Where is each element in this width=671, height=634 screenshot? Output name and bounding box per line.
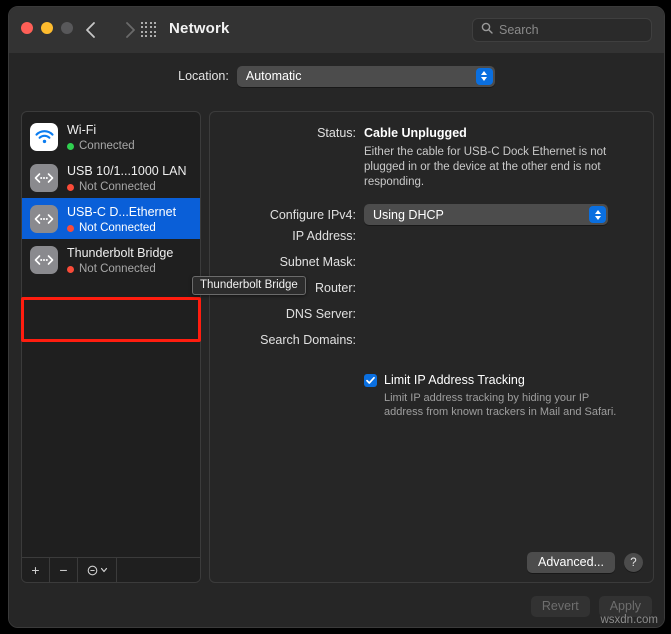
interface-status-text: Not Connected — [79, 221, 156, 234]
interface-status: Not Connected — [67, 222, 192, 235]
configure-ipv4-dropdown[interactable]: Using DHCP — [364, 204, 608, 225]
navigation-arrows — [81, 18, 141, 42]
search-domains-row: Search Domains: — [210, 331, 653, 355]
zoom-window-button[interactable] — [61, 22, 73, 34]
configure-ipv4-value: Using DHCP — [373, 207, 444, 222]
detail-footer: Advanced... ? — [526, 552, 643, 573]
content-area: Wi-Fi Connected USB 10/1...1000 LAN Not … — [9, 99, 664, 627]
revert-button[interactable]: Revert — [530, 596, 590, 617]
status-dot-icon — [67, 265, 74, 273]
remove-interface-button[interactable]: − — [50, 558, 78, 582]
subnet-mask-label: Subnet Mask: — [279, 255, 356, 269]
sidebar-item-text: Thunderbolt Bridge Not Connected — [67, 244, 192, 276]
configure-ipv4-row: Configure IPv4: Using DHCP — [210, 204, 653, 225]
interface-status-text: Connected — [79, 139, 135, 152]
add-interface-button[interactable]: + — [22, 558, 50, 582]
advanced-button[interactable]: Advanced... — [526, 552, 615, 573]
status-row: Status: Cable Unplugged — [210, 124, 653, 142]
limit-ip-tracking-label: Limit IP Address Tracking — [384, 373, 525, 387]
location-dropdown[interactable]: Automatic — [236, 65, 495, 87]
detail-field-rows: Status: Cable Unplugged Either the cable… — [210, 112, 653, 419]
limit-ip-tracking-checkbox[interactable] — [364, 373, 377, 387]
interface-status: Connected — [67, 140, 192, 153]
sidebar-footer-filler — [117, 558, 200, 582]
status-dot-icon — [67, 183, 74, 191]
interface-name: Thunderbolt Bridge — [67, 245, 174, 260]
sidebar-item-thunderbolt-bridge[interactable]: Thunderbolt Bridge Not Connected — [22, 239, 200, 280]
sidebar-item-text: Wi-Fi Connected — [67, 121, 192, 153]
status-label: Status: — [317, 126, 356, 140]
chevron-down-icon — [100, 567, 107, 573]
status-value: Cable Unplugged — [364, 126, 467, 140]
interface-action-menu-button[interactable] — [78, 558, 117, 582]
show-all-grid-icon[interactable] — [141, 22, 157, 38]
interface-name: Wi-Fi — [67, 122, 97, 137]
sidebar-footer: + − — [22, 557, 200, 582]
interface-status-text: Not Connected — [79, 180, 156, 193]
checkmark-icon — [366, 376, 375, 384]
network-preferences-window: Network Location: Automatic — [8, 6, 665, 628]
help-icon[interactable]: ? — [624, 553, 643, 572]
configure-ipv4-label: Configure IPv4: — [269, 207, 356, 222]
interface-name: USB-C D...Ethernet — [67, 204, 177, 219]
ethernet-icon — [30, 245, 58, 274]
dns-server-label: DNS Server: — [285, 307, 356, 321]
ip-address-label: IP Address: — [292, 229, 356, 243]
ip-address-row: IP Address: — [210, 227, 653, 251]
interface-status-text: Not Connected — [79, 262, 156, 275]
dns-server-row: DNS Server: — [210, 305, 653, 329]
forward-button[interactable] — [119, 18, 141, 42]
location-row: Location: Automatic — [9, 53, 664, 99]
location-stepper-icon[interactable] — [475, 67, 493, 85]
page-title: Network — [169, 20, 230, 37]
search-icon — [481, 21, 493, 39]
search-field[interactable] — [472, 18, 660, 42]
wifi-icon — [30, 122, 58, 151]
location-dropdown-value: Automatic — [245, 69, 302, 83]
status-dot-icon — [67, 142, 74, 150]
gear-icon — [87, 565, 97, 575]
back-button[interactable] — [81, 18, 103, 42]
location-label: Location: — [178, 69, 229, 83]
watermark: wsxdn.com — [600, 614, 658, 626]
sidebar-item-text: USB 10/1...1000 LAN Not Connected — [67, 162, 192, 194]
limit-ip-tracking-description: Limit IP address tracking by hiding your… — [384, 392, 617, 418]
interface-sidebar: Wi-Fi Connected USB 10/1...1000 LAN Not … — [21, 111, 201, 583]
interface-status: Not Connected — [67, 263, 192, 276]
interface-tooltip: Thunderbolt Bridge — [192, 276, 306, 295]
status-description: Either the cable for USB-C Dock Ethernet… — [364, 146, 607, 188]
status-dot-icon — [67, 224, 74, 232]
sidebar-item-usb-c-dock-ethernet[interactable]: USB-C D...Ethernet Not Connected — [22, 198, 200, 239]
interface-list: Wi-Fi Connected USB 10/1...1000 LAN Not … — [22, 112, 200, 280]
interface-detail-panel: Status: Cable Unplugged Either the cable… — [209, 111, 654, 583]
interface-status: Not Connected — [67, 181, 192, 194]
sidebar-item-usb-lan[interactable]: USB 10/1...1000 LAN Not Connected — [22, 157, 200, 198]
search-domains-label: Search Domains: — [260, 333, 356, 347]
close-window-button[interactable] — [21, 22, 33, 34]
ethernet-icon — [30, 163, 58, 192]
interface-name: USB 10/1...1000 LAN — [67, 163, 187, 178]
limit-ip-tracking-row[interactable]: Limit IP Address Tracking — [364, 373, 624, 387]
limit-ip-tracking-block: Limit IP Address Tracking Limit IP addre… — [364, 373, 624, 419]
sidebar-item-wifi[interactable]: Wi-Fi Connected — [22, 116, 200, 157]
ethernet-icon — [30, 204, 58, 233]
minimize-window-button[interactable] — [41, 22, 53, 34]
sidebar-item-text: USB-C D...Ethernet Not Connected — [67, 203, 192, 235]
window-toolbar: Network — [9, 7, 664, 54]
subnet-mask-row: Subnet Mask: — [210, 253, 653, 277]
search-input[interactable] — [499, 23, 660, 37]
traffic-light-controls — [21, 22, 73, 34]
configure-ipv4-stepper-icon[interactable] — [589, 206, 606, 223]
